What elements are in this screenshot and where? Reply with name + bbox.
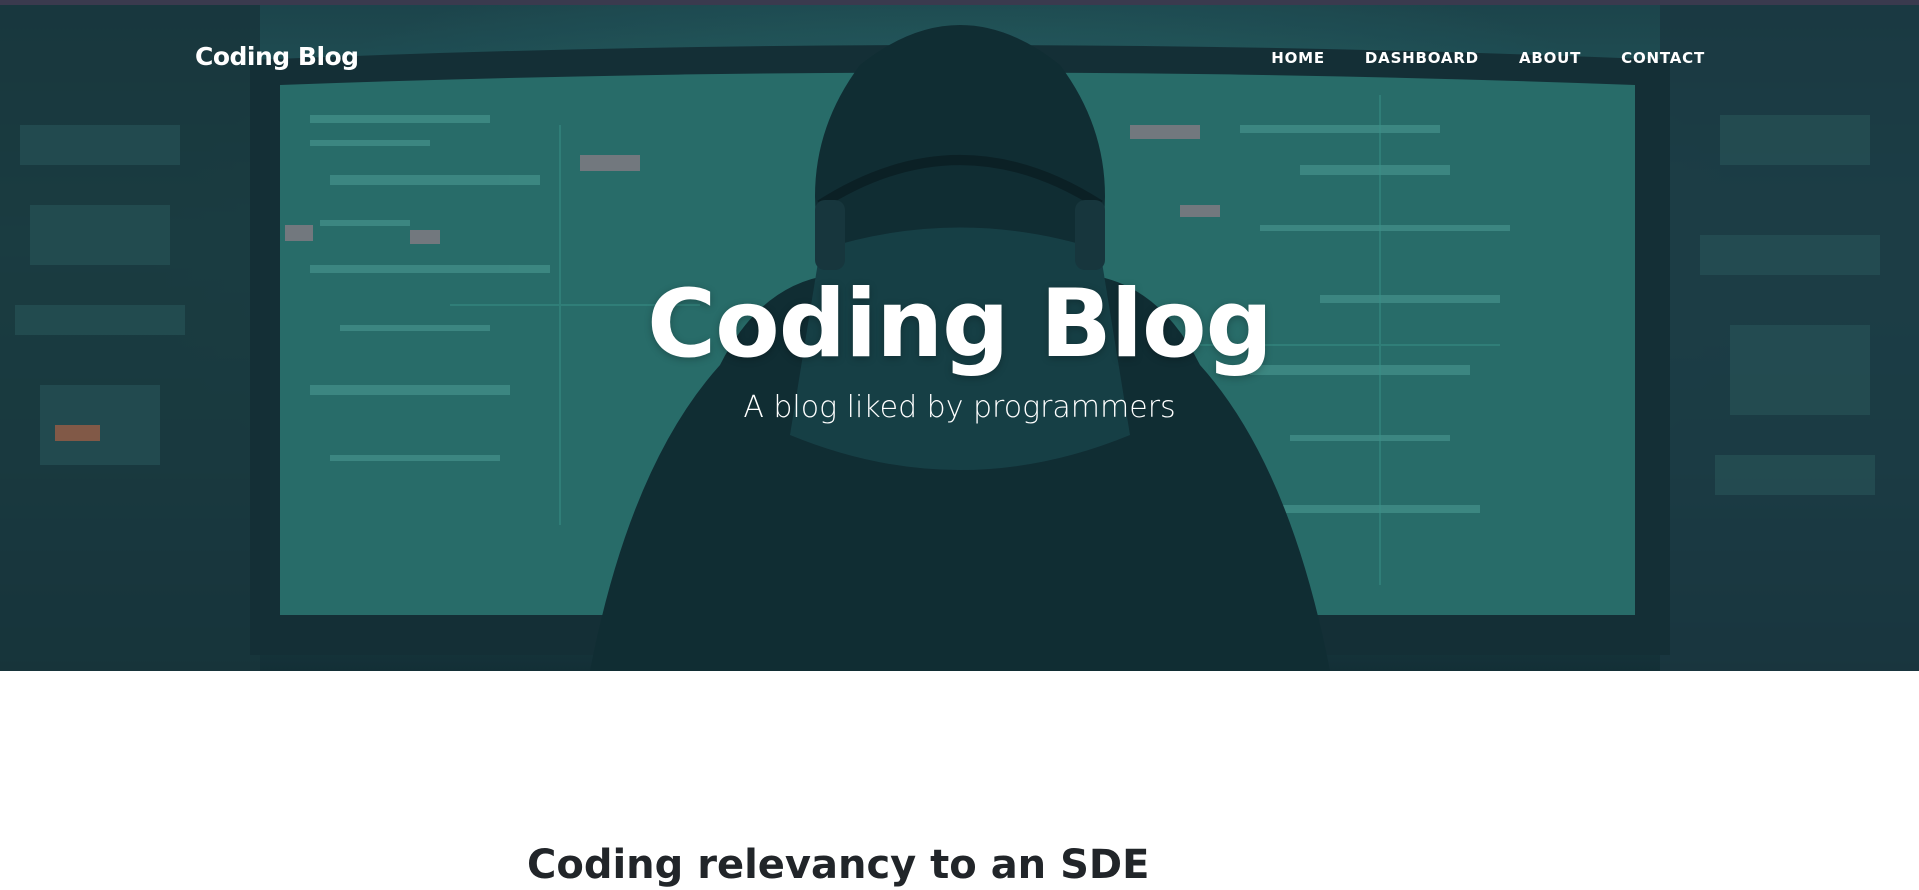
navbar-brand[interactable]: Coding Blog [195, 42, 359, 71]
hero-heading: Coding Blog A blog liked by programmers [0, 270, 1919, 425]
nav-link-contact[interactable]: CONTACT [1621, 49, 1705, 67]
main-navbar: Coding Blog HOME DASHBOARD ABOUT CONTACT [0, 5, 1919, 105]
hero-subtitle: A blog liked by programmers [743, 390, 1176, 425]
nav-link-about[interactable]: ABOUT [1519, 49, 1581, 67]
nav-links: HOME DASHBOARD ABOUT CONTACT [1271, 48, 1705, 67]
nav-item-home: HOME [1271, 48, 1325, 67]
hero-title: Coding Blog [647, 270, 1273, 379]
nav-link-dashboard[interactable]: DASHBOARD [1365, 49, 1479, 67]
nav-item-dashboard: DASHBOARD [1365, 48, 1479, 67]
nav-link-home[interactable]: HOME [1271, 49, 1325, 67]
nav-item-contact: CONTACT [1621, 48, 1705, 67]
post-title-link[interactable]: Coding relevancy to an SDE [527, 840, 1149, 890]
nav-item-about: ABOUT [1519, 48, 1581, 67]
